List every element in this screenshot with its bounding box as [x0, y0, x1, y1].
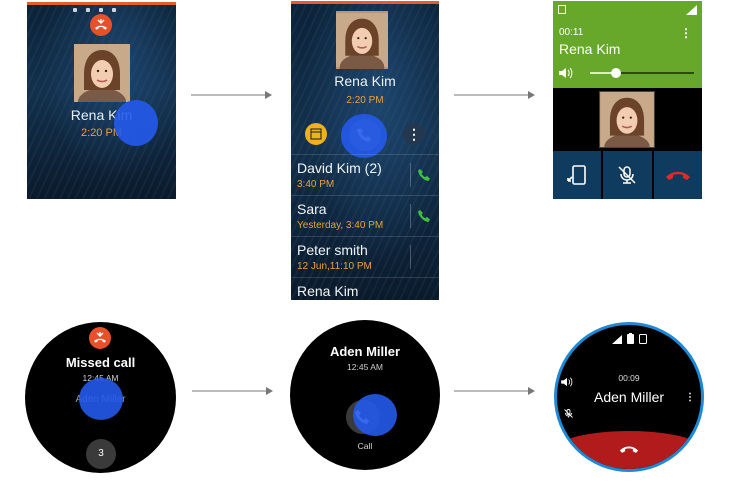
log-contact-name: Rena Kim — [297, 283, 359, 299]
end-call-icon — [665, 171, 690, 180]
call-log-row[interactable]: Peter smith 12 Jun,11:10 PM — [291, 236, 439, 277]
call-time: 2:20 PM — [346, 95, 384, 106]
call-log-screen: Rena Kim 2:20 PM ⋮ David Kim (2) 3:40 PM… — [291, 1, 439, 300]
missed-call-screen: Rena Kim 2:20 PM — [27, 2, 176, 199]
volume-slider[interactable] — [590, 68, 694, 78]
call-header: 00:11 Rena Kim ⋮ — [553, 1, 702, 88]
volume-knob[interactable] — [611, 68, 621, 78]
contact-name: Rena Kim — [334, 73, 396, 89]
call-log-list: David Kim (2) 3:40 PM Sara Yesterday, 3:… — [291, 154, 439, 300]
top-accent-bar — [27, 2, 176, 5]
arrow-right-icon — [454, 387, 535, 395]
log-time: 12 Jun,11:10 PM — [297, 261, 372, 272]
divider — [410, 204, 411, 228]
mute-mic-icon — [618, 166, 637, 184]
battery-icon — [627, 333, 634, 344]
arrow-right-icon — [192, 387, 273, 395]
log-contact-name: Peter smith — [297, 242, 368, 258]
end-call-icon — [619, 446, 639, 453]
signal-icon — [686, 5, 697, 15]
in-call-screen: 00:11 Rena Kim ⋮ — [553, 1, 702, 199]
contact-photo[interactable] — [336, 11, 388, 69]
calendar-button[interactable] — [305, 123, 327, 145]
status-bar — [612, 333, 647, 344]
contact-photo — [599, 91, 655, 148]
log-contact-name: Sara — [297, 201, 327, 217]
call-log-row[interactable]: David Kim (2) 3:40 PM — [291, 154, 439, 195]
contact-name: Aden Miller — [593, 389, 665, 405]
contact-name: Rena Kim — [559, 41, 621, 57]
mute-mic-icon[interactable] — [563, 407, 574, 420]
call-duration: 00:09 — [618, 373, 640, 383]
call-log-row[interactable]: Sara Yesterday, 3:40 PM — [291, 195, 439, 236]
page-indicator — [73, 8, 116, 12]
sim-icon — [639, 334, 647, 344]
call-time: 12:45 AM — [347, 362, 383, 372]
call-controls — [553, 151, 702, 199]
watch-callback-screen: Aden Miller 12:45 AM Call — [290, 320, 440, 470]
missed-call-icon — [89, 327, 111, 349]
call-label: Call — [357, 441, 373, 451]
touch-indicator — [79, 378, 123, 420]
log-time: 3:40 PM — [297, 179, 335, 190]
divider — [410, 163, 411, 187]
more-button[interactable]: ⋮ — [403, 123, 425, 145]
watch-missed-call-screen: Missed call 12:45 AM Aden Miller 3 — [25, 322, 176, 473]
end-call-button[interactable] — [557, 431, 701, 469]
more-button[interactable]: ⋮ — [685, 393, 695, 403]
touch-indicator — [114, 100, 158, 146]
volume-icon — [559, 67, 573, 79]
transfer-to-phone-button[interactable] — [553, 151, 602, 199]
missed-call-icon — [90, 14, 112, 36]
log-time: Yesterday, 3:40 PM — [297, 220, 384, 231]
call-log-row[interactable]: Rena Kim — [291, 277, 439, 300]
signal-icon — [612, 335, 622, 344]
phone-icon[interactable] — [416, 208, 432, 224]
more-button[interactable]: ⋮ — [680, 27, 692, 39]
transfer-to-phone-icon — [567, 165, 586, 185]
contact-name: Aden Miller — [329, 344, 401, 359]
log-contact-name: David Kim (2) — [297, 160, 382, 176]
phone-icon[interactable] — [416, 167, 432, 183]
touch-indicator — [341, 114, 387, 158]
divider — [410, 245, 411, 269]
call-duration: 00:11 — [559, 27, 584, 38]
arrow-right-icon — [191, 91, 272, 99]
contact-photo[interactable] — [74, 44, 130, 102]
mute-button[interactable] — [603, 151, 652, 199]
touch-indicator — [353, 394, 397, 436]
notification-title: Missed call — [65, 355, 136, 370]
watch-in-call-screen: 00:09 Aden Miller ⋮ — [554, 322, 704, 472]
calendar-icon — [310, 128, 322, 140]
arrow-right-icon — [454, 91, 535, 99]
end-call-button[interactable] — [653, 151, 702, 199]
sim-icon — [558, 5, 566, 14]
flow-diagram: Rena Kim 2:20 PM Rena Kim 2:20 PM ⋮ Davi… — [0, 0, 734, 484]
top-accent-bar — [291, 1, 439, 4]
missed-count-badge[interactable]: 3 — [86, 439, 116, 469]
